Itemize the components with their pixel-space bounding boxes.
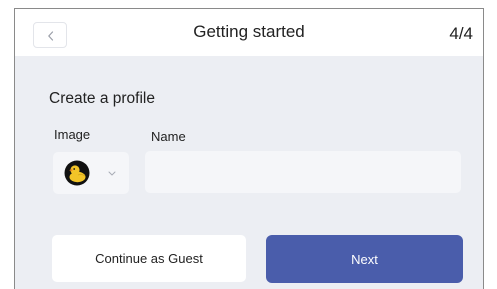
avatar-select[interactable] — [53, 152, 129, 194]
name-label: Name — [151, 129, 186, 144]
chevron-down-icon — [108, 171, 116, 176]
next-button[interactable]: Next — [266, 235, 463, 283]
section-title: Create a profile — [49, 90, 155, 107]
duck-avatar-icon — [64, 160, 90, 186]
continue-as-guest-button[interactable]: Continue as Guest — [52, 235, 246, 282]
header-bar: Getting started 4/4 — [15, 9, 483, 56]
image-label: Image — [54, 127, 91, 142]
step-indicator: 4/4 — [449, 24, 473, 43]
page-title: Getting started — [193, 22, 305, 41]
onboarding-window: Getting started 4/4 Create a profile Ima… — [14, 8, 484, 289]
name-input[interactable] — [145, 151, 461, 193]
